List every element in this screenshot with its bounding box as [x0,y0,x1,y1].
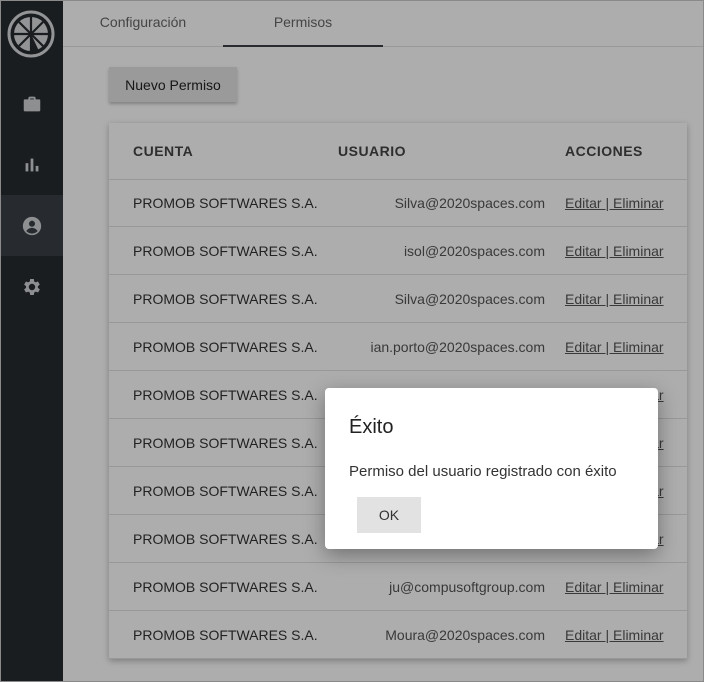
dialog-title: Éxito [349,416,394,438]
dialog-message: Permiso del usuario registrado con éxito [349,463,617,480]
ok-button[interactable]: OK [357,497,421,533]
modal-backdrop[interactable] [0,0,704,682]
success-dialog: Éxito Permiso del usuario registrado con… [325,388,658,549]
